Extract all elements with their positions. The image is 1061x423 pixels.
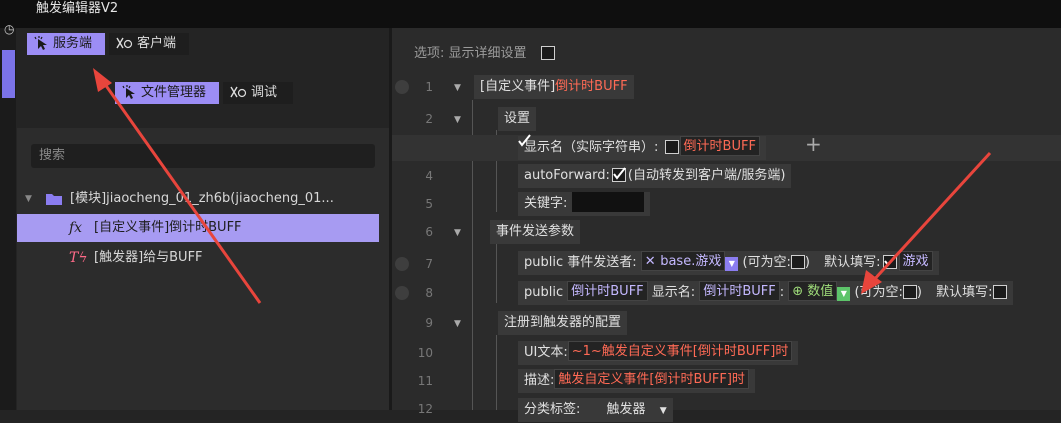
annotation-overlay xyxy=(93,68,992,304)
annotation-arrow xyxy=(100,79,262,304)
annotation-arrow xyxy=(870,151,992,284)
